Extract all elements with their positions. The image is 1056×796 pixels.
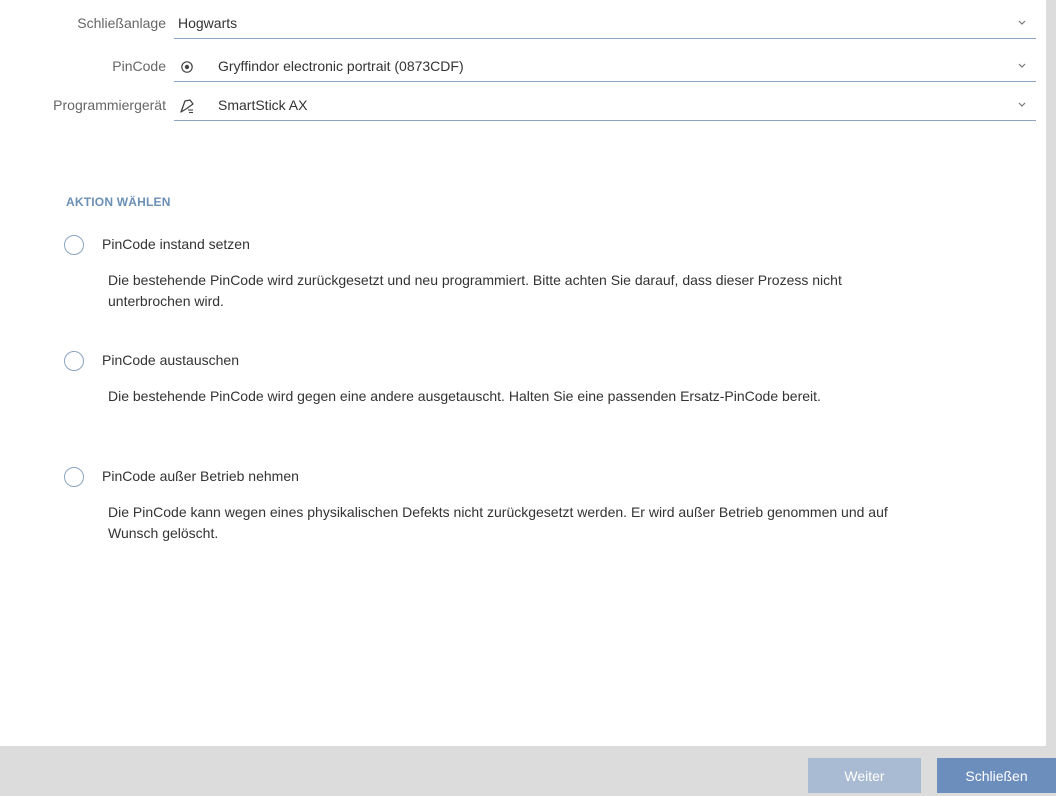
close-button[interactable]: Schließen	[937, 758, 1056, 793]
locking-system-select[interactable]: Hogwarts	[174, 9, 1036, 39]
chevron-down-icon	[1018, 20, 1026, 25]
programmer-value: SmartStick AX	[218, 97, 308, 113]
footer-bar: Weiter Schließen	[0, 746, 1056, 796]
chevron-down-icon	[1018, 63, 1026, 68]
option-replace-description: Die bestehende PinCode wird gegen eine a…	[108, 388, 821, 404]
radio-replace[interactable]	[64, 351, 84, 371]
next-button[interactable]: Weiter	[808, 758, 921, 793]
option-decommission-label[interactable]: PinCode außer Betrieb nehmen	[102, 468, 299, 484]
locking-system-row: Schließanlage Hogwarts	[0, 9, 1036, 39]
programmer-label: Programmiergerät	[53, 97, 166, 113]
programmer-select[interactable]: SmartStick AX	[174, 91, 1036, 121]
pincode-select[interactable]: Gryffindor electronic portrait (0873CDF)	[174, 52, 1036, 82]
pincode-row: PinCode Gryffindor electronic portrait (…	[0, 52, 1036, 82]
option-repair-label[interactable]: PinCode instand setzen	[102, 236, 250, 252]
smartstick-icon	[178, 97, 196, 115]
option-repair-description: Die bestehende PinCode wird zurückgesetz…	[108, 272, 842, 309]
radio-decommission[interactable]	[64, 467, 84, 487]
locking-system-label: Schließanlage	[77, 15, 166, 31]
programmer-row: Programmiergerät SmartStick AX	[0, 91, 1036, 121]
radio-repair[interactable]	[64, 235, 84, 255]
window-edge	[1046, 0, 1056, 796]
pincode-label: PinCode	[112, 58, 166, 74]
option-replace-label[interactable]: PinCode austauschen	[102, 352, 239, 368]
pincode-value: Gryffindor electronic portrait (0873CDF)	[218, 58, 464, 74]
chevron-down-icon	[1018, 102, 1026, 107]
locking-system-value: Hogwarts	[178, 15, 238, 31]
option-decommission-description: Die PinCode kann wegen eines physikalisc…	[108, 504, 888, 541]
action-section-title: AKTION WÄHLEN	[66, 195, 171, 209]
pincode-icon	[178, 58, 196, 76]
